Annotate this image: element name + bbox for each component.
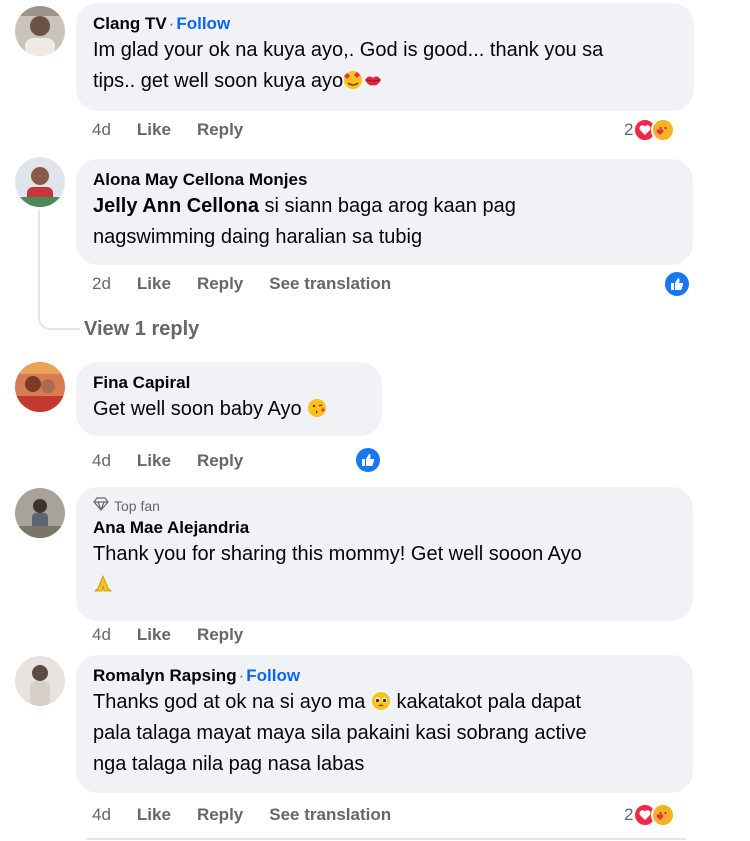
view-replies-link[interactable]: View 1 reply (84, 318, 199, 341)
avatar[interactable] (15, 157, 65, 207)
reaction-summary[interactable] (354, 446, 382, 474)
author-name[interactable]: Alona May Cellona Monjes (93, 170, 307, 189)
comment-bubble: Fina Capiral Get well soon baby Ayo (76, 362, 382, 436)
diamond-icon (93, 497, 109, 515)
like-button[interactable]: Like (137, 805, 171, 825)
comment-text: Im glad your ok na kuya ayo,. God is goo… (93, 35, 676, 97)
comment-actions: 4d Like Reply (92, 451, 269, 471)
comment-text-line: Get well soon baby Ayo (93, 398, 302, 420)
kissing-face-emoji-icon (307, 397, 327, 417)
avatar[interactable] (15, 488, 65, 538)
comment-text: Jelly Ann Cellona si siann baga arog kaa… (93, 191, 675, 253)
comment-actions: 4d Like Reply See translation (92, 805, 417, 825)
comment-text-line: pala talaga mayat maya sila pakaini kasi… (93, 722, 587, 744)
comment-text-line: nagswimming daing haralian sa tubig (93, 226, 423, 248)
comment-actions: 4d Like Reply (92, 120, 269, 140)
reply-button[interactable]: Reply (197, 274, 243, 294)
reaction-summary[interactable]: 2 (624, 803, 676, 827)
like-icon (354, 446, 382, 474)
follow-button[interactable]: Follow (246, 666, 300, 685)
like-button[interactable]: Like (137, 120, 171, 140)
timestamp[interactable]: 2d (92, 274, 111, 294)
comment-bubble: Alona May Cellona Monjes Jelly Ann Cello… (76, 159, 693, 265)
reaction-summary[interactable] (663, 270, 691, 298)
separator-dot: · (168, 14, 175, 33)
comment-text: Thanks god at ok na si ayo ma kakatakot … (93, 687, 675, 780)
comment-text-line: tips.. get well soon kuya ayo (93, 70, 344, 92)
reaction-count: 2 (624, 805, 634, 824)
comment-bubble: Romalyn Rapsing · Follow Thanks god at ok … (76, 655, 693, 793)
reaction-summary[interactable]: 2 (624, 118, 676, 142)
author-name[interactable]: Romalyn Rapsing (93, 666, 237, 685)
reply-button[interactable]: Reply (197, 451, 243, 471)
comment-text-line: Thank you for sharing this mommy! Get we… (93, 543, 582, 565)
timestamp[interactable]: 4d (92, 120, 111, 140)
timestamp[interactable]: 4d (92, 451, 111, 471)
see-translation-link[interactable]: See translation (269, 805, 391, 825)
like-button[interactable]: Like (137, 451, 171, 471)
timestamp[interactable]: 4d (92, 625, 111, 645)
reaction-count: 2 (624, 120, 634, 139)
smiling-hearts-emoji-icon (343, 69, 363, 89)
comment-text-line: si siann baga arog kaan pag (258, 195, 516, 217)
like-icon (663, 270, 691, 298)
timestamp[interactable]: 4d (92, 805, 111, 825)
pleading-face-emoji-icon (371, 690, 391, 710)
comment-bubble: Clang TV · Follow Im glad your ok na kuya … (76, 3, 694, 111)
avatar[interactable] (15, 656, 65, 706)
author-name[interactable]: Ana Mae Alejandria (93, 518, 249, 537)
like-button[interactable]: Like (137, 625, 171, 645)
comment-text-line: kakatakot pala dapat (396, 691, 582, 713)
author-name[interactable]: Fina Capiral (93, 373, 190, 392)
comment-text: Thank you for sharing this mommy! Get we… (93, 539, 675, 601)
follow-button[interactable]: Follow (176, 14, 230, 33)
comment-bubble: Top fan Ana Mae Alejandria Thank you for… (76, 487, 693, 621)
care-icon (651, 803, 676, 827)
care-icon (651, 118, 676, 142)
top-fan-badge: Top fan (93, 497, 675, 515)
divider (86, 838, 686, 840)
avatar[interactable] (15, 6, 65, 56)
comment-actions: 4d Like Reply (92, 625, 269, 645)
reply-button[interactable]: Reply (197, 805, 243, 825)
comment-text-line: Thanks god at ok na si ayo ma (93, 691, 366, 713)
mention-link[interactable]: Jelly Ann Cellona (93, 195, 259, 217)
comment-text-line: nga talaga nila pag nasa labas (93, 753, 365, 775)
reply-button[interactable]: Reply (197, 120, 243, 140)
separator-dot: · (238, 666, 245, 685)
author-name[interactable]: Clang TV (93, 14, 167, 33)
see-translation-link[interactable]: See translation (269, 274, 391, 294)
reply-button[interactable]: Reply (197, 625, 243, 645)
comment-text: Get well soon baby Ayo (93, 394, 364, 425)
comment-text-line: Im glad your ok na kuya ayo,. God is goo… (93, 39, 604, 61)
comment-actions: 2d Like Reply See translation (92, 274, 417, 294)
praying-hands-emoji-icon (93, 573, 113, 593)
like-button[interactable]: Like (137, 274, 171, 294)
reply-thread-line (38, 210, 80, 330)
kiss-lips-emoji-icon (363, 69, 383, 89)
badge-label: Top fan (114, 498, 160, 514)
avatar[interactable] (15, 362, 65, 412)
